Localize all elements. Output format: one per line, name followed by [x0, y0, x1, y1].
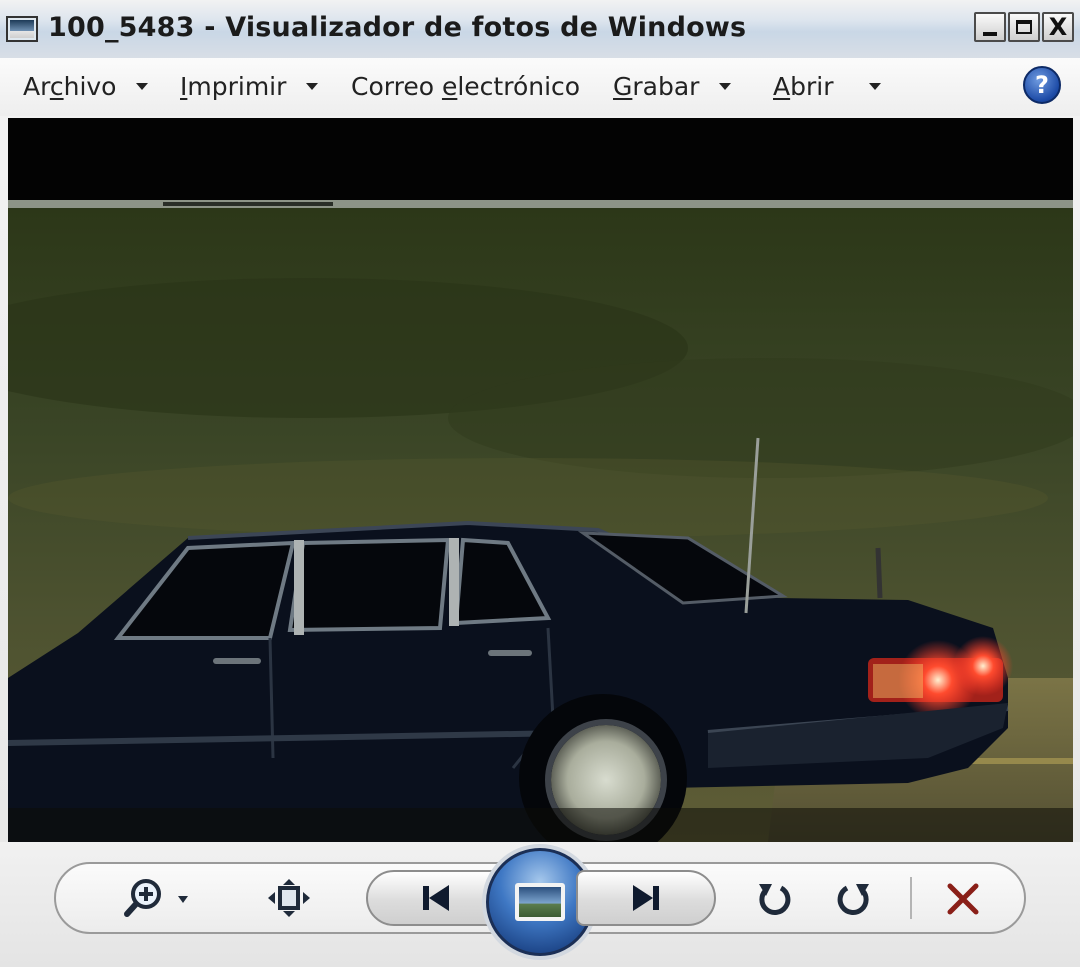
- chevron-down-icon: [719, 83, 732, 90]
- window-title: 100_5483 - Visualizador de fotos de Wind…: [48, 12, 747, 43]
- maximize-icon: [1016, 20, 1032, 34]
- zoom-icon: [124, 879, 188, 917]
- rotate-counterclockwise-button[interactable]: [754, 878, 794, 918]
- viewer-toolbar: [0, 842, 1080, 967]
- window-controls: X: [974, 12, 1074, 42]
- menu-imprimir-label: Imprimir: [180, 72, 287, 101]
- minimize-button[interactable]: [974, 12, 1006, 42]
- title-bar[interactable]: 100_5483 - Visualizador de fotos de Wind…: [0, 0, 1080, 59]
- next-button[interactable]: [576, 870, 716, 926]
- close-icon: X: [1048, 13, 1068, 41]
- rotate-clockwise-icon: [837, 884, 869, 915]
- menu-correo-label: Correo electrónico: [351, 72, 581, 101]
- menu-archivo[interactable]: Archivo: [23, 72, 149, 101]
- zoom-button[interactable]: [122, 876, 194, 920]
- minimize-icon: [983, 32, 997, 36]
- rotate-clockwise-button[interactable]: [834, 878, 874, 918]
- menu-abrir[interactable]: Abrir: [773, 72, 882, 101]
- menu-correo-electronico[interactable]: Correo electrónico: [351, 72, 580, 101]
- previous-icon: [423, 885, 449, 911]
- delete-button[interactable]: [944, 880, 982, 918]
- photo-viewer-app-icon: [6, 16, 38, 42]
- photo-display[interactable]: [8, 118, 1073, 842]
- menu-grabar-label: Grabar: [613, 72, 700, 101]
- photo-viewer-window: 100_5483 - Visualizador de fotos de Wind…: [0, 0, 1080, 967]
- actual-size-icon: [268, 879, 310, 917]
- menu-imprimir[interactable]: Imprimir: [180, 72, 319, 101]
- menu-grabar[interactable]: Grabar: [613, 72, 732, 101]
- next-icon: [633, 885, 659, 911]
- slideshow-icon: [515, 883, 565, 921]
- menu-abrir-label: Abrir: [773, 72, 834, 101]
- help-icon[interactable]: ?: [1023, 66, 1061, 104]
- chevron-down-icon: [869, 83, 882, 90]
- maximize-button[interactable]: [1008, 12, 1040, 42]
- delete-icon: [947, 883, 979, 915]
- menu-archivo-label: Archivo: [23, 72, 117, 101]
- chevron-down-icon: [136, 83, 149, 90]
- chevron-down-icon: [306, 83, 319, 90]
- rotate-counterclockwise-icon: [759, 884, 791, 915]
- photo-image: [8, 118, 1073, 842]
- close-button[interactable]: X: [1042, 12, 1074, 42]
- toolbar-separator: [910, 877, 912, 919]
- actual-size-button[interactable]: [266, 878, 312, 918]
- previous-button[interactable]: [366, 870, 506, 926]
- menu-bar: Archivo Imprimir Correo electrónico Grab…: [0, 58, 1080, 116]
